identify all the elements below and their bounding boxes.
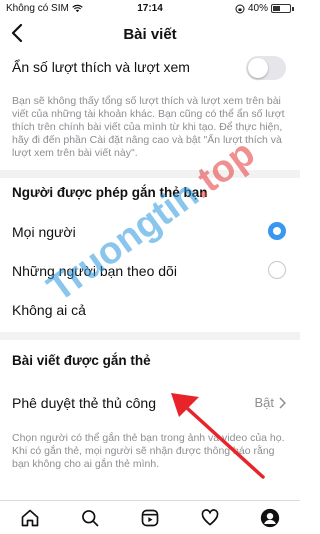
hide-likes-row: Ẩn số lượt thích và lượt xem	[12, 56, 286, 80]
manual-approval-value[interactable]: Bật	[254, 395, 286, 410]
option-label: Mọi người	[12, 224, 76, 240]
hide-likes-toggle[interactable]	[246, 56, 286, 80]
orientation-lock-icon	[235, 4, 245, 13]
radio-unselected[interactable]	[268, 261, 286, 279]
option-label: Những người bạn theo dõi	[12, 263, 177, 279]
profile-icon	[260, 508, 280, 527]
manual-approval-status: Bật	[254, 395, 274, 410]
hide-likes-description: Bạn sẽ không thấy tổng số lượt thích và …	[12, 95, 285, 159]
tagged-posts-title: Bài viết được gắn thẻ	[12, 353, 151, 368]
page-title: Bài viết	[123, 26, 177, 43]
battery-cap	[292, 6, 294, 11]
option-label: Không ai cả	[12, 302, 86, 318]
home-icon	[21, 509, 39, 526]
manual-approval-label: Phê duyệt thẻ thủ công	[12, 395, 156, 411]
toggle-knob	[248, 58, 268, 78]
tab-profile[interactable]	[257, 505, 283, 531]
tab-reels[interactable]	[137, 505, 163, 531]
tab-home[interactable]	[17, 505, 43, 531]
status-bar: Không có SIM 17:14 40%	[0, 0, 300, 18]
manual-approval-row[interactable]: Phê duyệt thẻ thủ công	[12, 393, 286, 413]
battery-percent: 40%	[247, 3, 268, 14]
option-no-one[interactable]: Không ai cả	[12, 300, 286, 320]
radio-selected[interactable]	[268, 222, 286, 240]
section-divider	[0, 332, 300, 340]
tab-search[interactable]	[77, 505, 103, 531]
search-icon	[82, 509, 99, 526]
tag-permissions-title: Người được phép gắn thẻ bạn	[12, 185, 208, 200]
heart-icon	[201, 508, 219, 525]
reels-icon	[141, 509, 159, 526]
tagged-posts-description: Chọn người có thể gắn thẻ bạn trong ảnh …	[12, 432, 285, 470]
section-divider	[0, 170, 300, 178]
option-everyone[interactable]: Mọi người	[12, 222, 286, 242]
nav-bar: Bài viết	[0, 18, 300, 50]
status-right: 40%	[235, 3, 294, 14]
tab-bar	[0, 500, 300, 534]
option-following[interactable]: Những người bạn theo dõi	[12, 261, 286, 281]
chevron-right-icon	[279, 396, 286, 409]
tab-activity[interactable]	[197, 505, 223, 531]
battery-icon	[271, 4, 291, 13]
hide-likes-label: Ẩn số lượt thích và lượt xem	[12, 59, 190, 75]
